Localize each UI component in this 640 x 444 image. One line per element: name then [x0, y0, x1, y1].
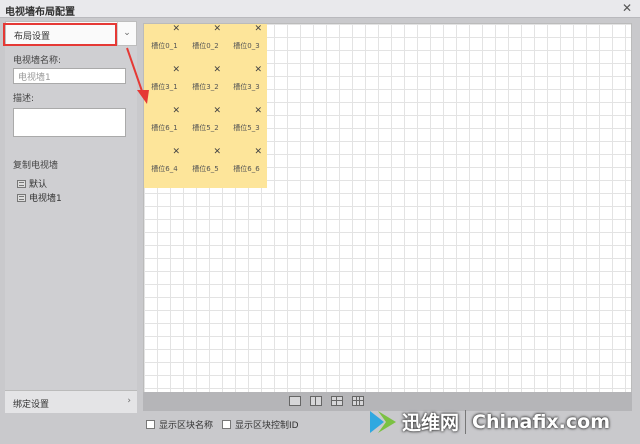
layout-block[interactable]: ✕ 槽位6_1: [144, 106, 185, 147]
block-label: 槽位6_4: [151, 165, 178, 173]
block-label: 槽位0_2: [192, 42, 219, 50]
monitor-icon: [17, 179, 26, 188]
close-icon[interactable]: ✕: [254, 25, 262, 34]
bind-settings-label: 绑定设置: [13, 400, 50, 410]
tree-item-label: 电视墙1: [29, 194, 62, 204]
close-icon[interactable]: ✕: [172, 107, 180, 116]
layout-block[interactable]: ✕ 槽位5_2: [185, 106, 226, 147]
description-input[interactable]: [13, 108, 126, 137]
layout-settings-dropdown[interactable]: 布局设置 ⌄: [5, 21, 137, 46]
chinafix-logo-icon: [370, 410, 396, 433]
close-icon[interactable]: ✕: [620, 1, 634, 15]
block-label: 槽位3_2: [192, 83, 219, 91]
tv-wall-name-input[interactable]: [13, 68, 126, 84]
close-icon[interactable]: ✕: [213, 148, 221, 157]
layout-block[interactable]: ✕ 槽位3_2: [185, 65, 226, 106]
copy-tv-wall-title: 复制电视墙: [13, 161, 59, 171]
chevron-right-icon: ›: [127, 396, 131, 406]
close-icon[interactable]: ✕: [172, 66, 180, 75]
dropdown-label: 布局设置: [14, 32, 51, 42]
close-icon[interactable]: ✕: [213, 66, 221, 75]
block-label: 槽位5_3: [233, 124, 260, 132]
layout-block[interactable]: ✕ 槽位3_3: [226, 65, 267, 106]
layout-block[interactable]: ✕ 槽位6_6: [226, 147, 267, 188]
chevron-down-icon[interactable]: ⌄: [117, 22, 136, 45]
watermark-text-cn: 迅维网: [402, 412, 460, 434]
display-options: 显示区块名称 显示区块控制ID: [143, 416, 305, 432]
watermark-divider: [465, 409, 467, 434]
show-block-control-id-label: 显示区块控制ID: [235, 420, 299, 431]
watermark-text-en: Chinafix.com: [472, 410, 611, 433]
layout-2-icon[interactable]: [310, 396, 322, 406]
layout-block[interactable]: ✕ 槽位6_4: [144, 147, 185, 188]
window-title: 电视墙布局配置: [5, 7, 75, 18]
block-label: 槽位6_1: [151, 124, 178, 132]
close-icon[interactable]: ✕: [254, 107, 262, 116]
close-icon[interactable]: ✕: [254, 148, 262, 157]
close-icon[interactable]: ✕: [213, 107, 221, 116]
close-icon[interactable]: ✕: [172, 148, 180, 157]
layout-block[interactable]: ✕ 槽位6_5: [185, 147, 226, 188]
show-block-name-label: 显示区块名称: [159, 420, 214, 431]
title-bar: 电视墙布局配置 ✕: [0, 0, 640, 18]
block-label: 槽位5_2: [192, 124, 219, 132]
layout-block[interactable]: ✕ 槽位0_3: [226, 24, 267, 65]
block-label: 槽位6_5: [192, 165, 219, 173]
annotation-arrow: [126, 47, 149, 104]
layout-block[interactable]: ✕ 槽位5_3: [226, 106, 267, 147]
description-label: 描述:: [13, 94, 35, 104]
show-block-name-checkbox[interactable]: [146, 419, 155, 429]
bind-settings-bar[interactable]: 绑定设置 ›: [5, 390, 137, 413]
layout-4-icon[interactable]: [331, 396, 343, 406]
layout-1-icon[interactable]: [289, 396, 301, 406]
close-icon[interactable]: ✕: [172, 25, 180, 34]
block-label: 槽位6_6: [233, 165, 260, 173]
watermark: 迅维网 Chinafix.com: [362, 399, 640, 444]
layout-canvas[interactable]: ✕ 槽位0_1 ✕ 槽位0_2 ✕ 槽位0_3 ✕ 槽位3_1 ✕ 槽位3_2 ✕ 槽位3_…: [143, 23, 632, 393]
layout-block[interactable]: ✕ 槽位0_2: [185, 24, 226, 65]
close-icon[interactable]: ✕: [254, 66, 262, 75]
tree-item-label: 默认: [29, 180, 48, 190]
sidebar: 布局设置 ⌄ 电视墙名称: 描述: 复制电视墙 默认 电视墙1 绑定设置 ›: [5, 21, 137, 413]
tree-item-default[interactable]: 默认: [17, 177, 47, 190]
tv-wall-name-label: 电视墙名称:: [13, 56, 62, 66]
monitor-icon: [17, 193, 26, 202]
show-block-control-id-checkbox[interactable]: [222, 419, 232, 429]
block-label: 槽位0_3: [233, 42, 260, 50]
block-label: 槽位3_3: [233, 83, 260, 91]
tree-item-tv-wall-1[interactable]: 电视墙1: [17, 191, 62, 204]
close-icon[interactable]: ✕: [213, 25, 221, 34]
